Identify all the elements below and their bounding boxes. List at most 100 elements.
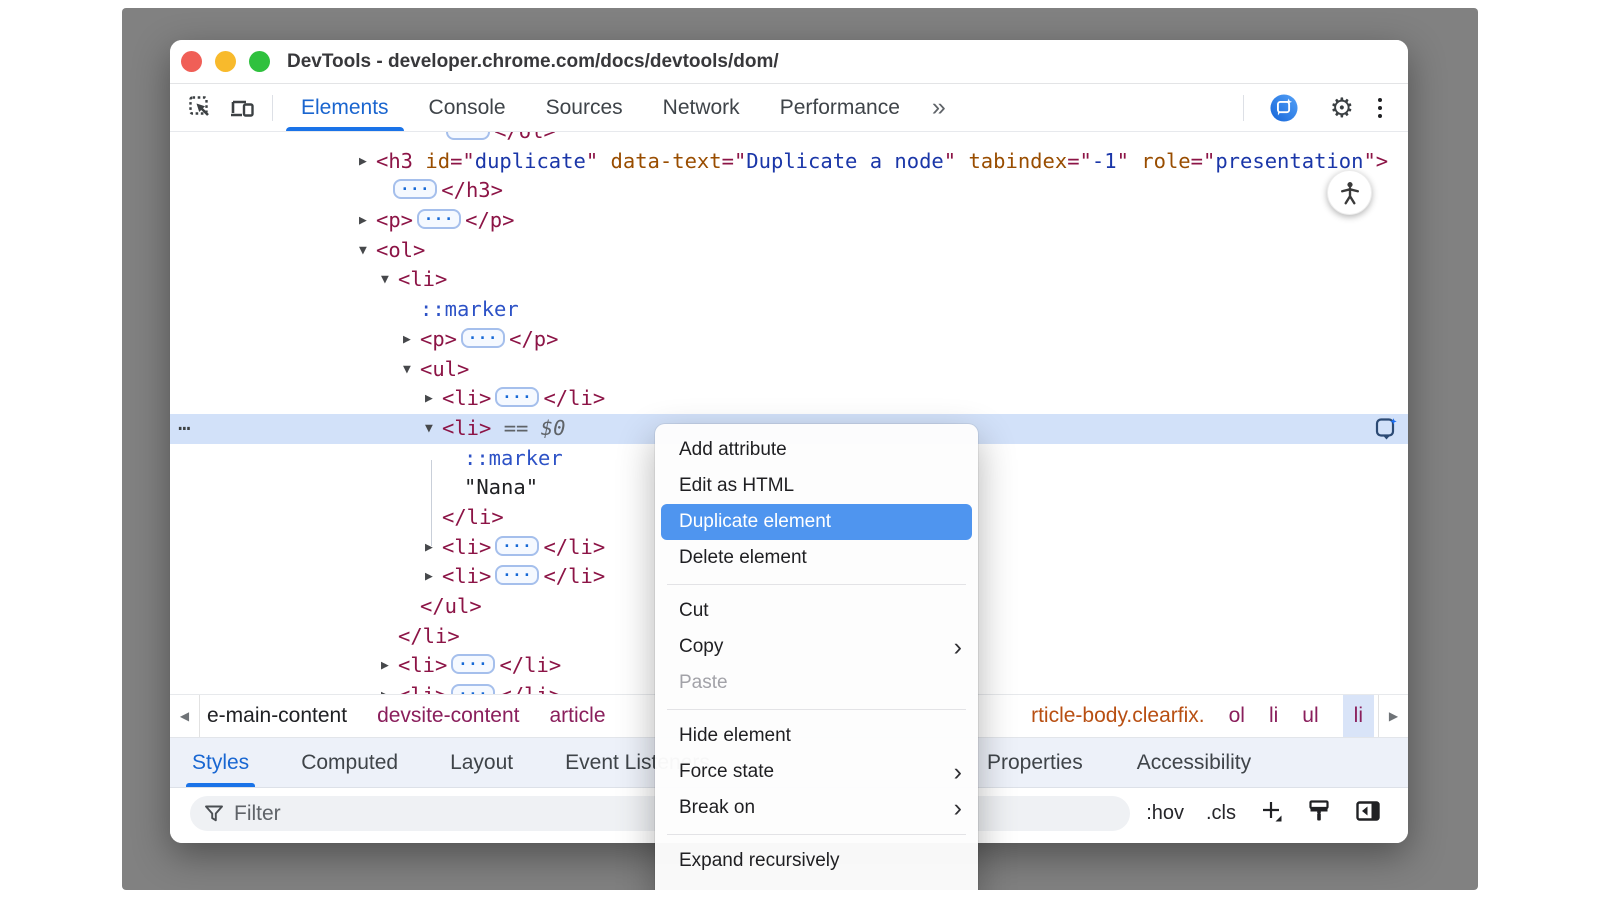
dom-token-tag: </ul> [420, 594, 482, 618]
menu-separator [655, 701, 978, 718]
tab-label: Elements [301, 96, 389, 120]
collapsed-content-ellipsis-icon[interactable]: ··· [495, 387, 539, 407]
breadcrumb-item-selected[interactable]: li [1343, 695, 1374, 737]
menu-item-break-on[interactable]: Break on› [655, 790, 978, 826]
tab-properties[interactable]: Properties [985, 738, 1085, 787]
expand-arrow-open-icon[interactable]: ▼ [381, 265, 389, 295]
menu-item-copy[interactable]: Copy› [655, 629, 978, 665]
p-row[interactable]: ▶<p>···</p> [170, 325, 1408, 355]
menu-item-delete-element[interactable]: Delete element [655, 540, 978, 576]
expand-arrow-closed-icon[interactable]: ▶ [381, 681, 389, 694]
close-window-button[interactable] [181, 51, 202, 72]
tab-label: Layout [450, 751, 513, 775]
menu-item-duplicate-element[interactable]: Duplicate element [661, 504, 972, 540]
menu-item-expand-recursively[interactable]: Expand recursively [655, 843, 978, 879]
breadcrumb-item-ul[interactable]: ul [1302, 704, 1318, 728]
breadcrumb-item-rticle-body-clearfix[interactable]: rticle-body.clearfix. [1031, 704, 1205, 728]
expand-arrow-open-icon[interactable]: ▼ [359, 236, 367, 266]
tab-computed[interactable]: Computed [299, 738, 400, 787]
menu-item-hide-element[interactable]: Hide element [655, 718, 978, 754]
breadcrumb-item-article[interactable]: article [550, 704, 606, 728]
li-open-row[interactable]: ▼<li> [170, 265, 1408, 295]
new-style-rule-icon[interactable] [1258, 798, 1284, 829]
expand-arrow-closed-icon[interactable]: ▶ [381, 651, 389, 681]
h3-open-row[interactable]: ▶<h3 id="duplicate" data-text="Duplicate… [170, 147, 1408, 177]
marker-row[interactable]: ::marker [170, 295, 1408, 325]
dom-token-tag: </li> [499, 683, 561, 694]
menu-item-cut[interactable]: Cut [655, 593, 978, 629]
h3-close-row[interactable]: ···</h3> [170, 176, 1408, 206]
breadcrumb-item-label: li [1354, 704, 1363, 728]
breadcrumb-item-devsite-content[interactable]: devsite-content [377, 704, 519, 728]
ai-assistant-badge-icon[interactable] [1373, 415, 1400, 442]
expand-arrow-open-icon[interactable]: ▼ [425, 414, 433, 444]
styles-tabs-right: Properties Accessibility [985, 738, 1253, 787]
menu-item-add-attribute[interactable]: Add attribute [655, 432, 978, 468]
breadcrumb-item-li[interactable]: li [1269, 704, 1278, 728]
tab-network[interactable]: Network [643, 84, 760, 131]
expand-arrow-closed-icon[interactable]: ▶ [359, 147, 367, 177]
ai-assistant-icon[interactable] [1270, 94, 1298, 122]
toggle-cls-button[interactable]: .cls [1206, 802, 1236, 825]
collapsed-content-ellipsis-icon[interactable]: ··· [495, 565, 539, 585]
ul-open-row[interactable]: ▼ <ul> [170, 355, 1408, 385]
dom-token-pun: =" [722, 149, 747, 173]
tab-label: Sources [546, 96, 623, 120]
expand-arrow-closed-icon[interactable]: ▶ [359, 206, 367, 236]
p-row[interactable]: ▶ <p>···</p> [170, 206, 1408, 236]
toolbar-right-divider [1243, 95, 1244, 121]
row-more-actions-icon[interactable]: ⋯ [178, 414, 189, 444]
collapsed-content-ellipsis-icon[interactable]: ··· [495, 536, 539, 556]
dom-token-metai: $0 [541, 416, 566, 440]
expand-arrow-closed-icon[interactable]: ▶ [425, 562, 433, 592]
dom-token-tag: <li> [442, 535, 491, 559]
more-options-icon[interactable] [1372, 96, 1388, 120]
rendering-brush-icon[interactable] [1306, 798, 1332, 829]
tab-elements[interactable]: Elements [281, 84, 409, 131]
dom-token-pun: " [586, 149, 598, 173]
collapsed-content-ellipsis-icon[interactable]: ··· [451, 684, 495, 694]
tab-styles[interactable]: Styles [190, 738, 251, 787]
breadcrumb-scroll-right-icon[interactable]: ▶ [1378, 695, 1408, 737]
li-row[interactable]: ▶<li>···</li> [170, 384, 1408, 414]
minimize-window-button[interactable] [215, 51, 236, 72]
toggle-sidebar-icon[interactable] [1354, 797, 1382, 830]
collapsed-content-ellipsis-icon[interactable]: ··· [461, 328, 505, 348]
dom-token-attr: tabindex [956, 149, 1067, 173]
toggle-hov-button[interactable]: :hov [1146, 802, 1184, 825]
expand-arrow-closed-icon[interactable]: ▶ [403, 325, 411, 355]
dom-token-tag: <ul> [420, 357, 469, 381]
breadcrumb-item-e-main-content[interactable]: e-main-content [207, 704, 347, 728]
menu-item-force-state[interactable]: Force state› [655, 754, 978, 790]
screenshot-background: DevTools - developer.chrome.com/docs/dev… [122, 8, 1478, 890]
inspect-icon[interactable] [186, 94, 214, 122]
dom-token-tag: </p> [509, 327, 558, 351]
device-toolbar-icon[interactable] [228, 94, 256, 122]
dom-token-tag: </li> [442, 505, 504, 529]
zoom-window-button[interactable] [249, 51, 270, 72]
dom-token-tag: <p> [376, 208, 413, 232]
tab-console[interactable]: Console [409, 84, 526, 131]
settings-gear-icon[interactable]: ⚙ [1330, 94, 1354, 122]
collapsed-content-ellipsis-icon[interactable]: ··· [417, 209, 461, 229]
dom-token-tag: </h3> [441, 178, 503, 202]
accessibility-person-icon[interactable] [1327, 170, 1372, 215]
menu-item-edit-as-html[interactable]: Edit as HTML [655, 468, 978, 504]
dom-token-tag: </p> [465, 208, 514, 232]
tab-layout[interactable]: Layout [448, 738, 515, 787]
expand-arrow-closed-icon[interactable]: ▶ [425, 384, 433, 414]
dom-token-val: Duplicate a node [746, 149, 943, 173]
tab-performance[interactable]: Performance [760, 84, 920, 131]
menu-item-paste: Paste [655, 665, 978, 701]
collapsed-content-ellipsis-icon[interactable]: ··· [393, 179, 437, 199]
tab-accessibility[interactable]: Accessibility [1135, 738, 1253, 787]
expand-arrow-open-icon[interactable]: ▼ [403, 355, 411, 385]
tab-sources[interactable]: Sources [526, 84, 643, 131]
collapsed-content-ellipsis-icon[interactable]: ··· [451, 654, 495, 674]
breadcrumb-scroll-left-icon[interactable]: ◀ [170, 695, 200, 737]
ol-open-row[interactable]: ▼<ol> [170, 236, 1408, 266]
clipped-top-row[interactable]: ···</ol> [170, 132, 1408, 147]
breadcrumb-item-ol[interactable]: ol [1229, 704, 1245, 728]
more-tabs-button[interactable]: » [924, 93, 954, 122]
collapsed-content-ellipsis-icon[interactable]: ··· [446, 132, 490, 140]
